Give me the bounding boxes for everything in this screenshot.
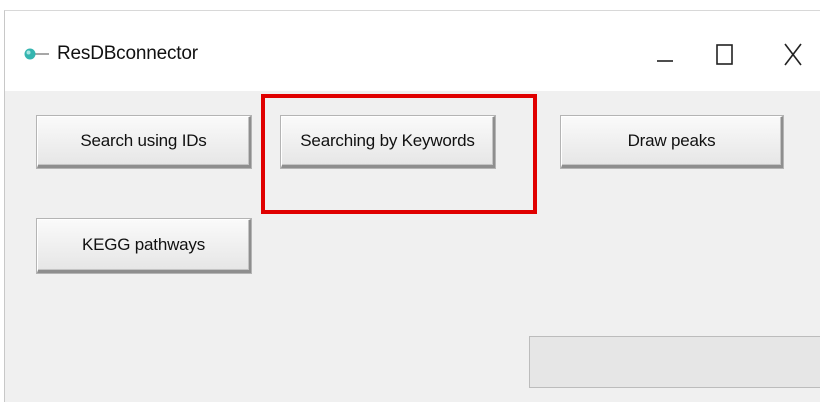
minimize-icon: [657, 60, 673, 62]
close-icon: [784, 43, 802, 66]
draw-peaks-button[interactable]: Draw peaks: [561, 116, 783, 168]
screenshot-frame: ResDBconnector Search using IDs Searchin…: [0, 0, 820, 402]
search-using-ids-button[interactable]: Search using IDs: [37, 116, 251, 168]
close-button[interactable]: [765, 33, 820, 77]
window-title: ResDBconnector: [57, 43, 198, 64]
maximize-button[interactable]: [707, 33, 767, 77]
app-icon: [23, 44, 51, 64]
progress-bar: [529, 336, 820, 388]
app-window: ResDBconnector Search using IDs Searchin…: [4, 10, 820, 402]
title-bar[interactable]: ResDBconnector: [5, 11, 820, 91]
kegg-pathways-button[interactable]: KEGG pathways: [37, 219, 251, 273]
minimize-button[interactable]: [633, 33, 693, 77]
maximize-icon: [716, 44, 733, 65]
highlight-box: [261, 94, 537, 214]
